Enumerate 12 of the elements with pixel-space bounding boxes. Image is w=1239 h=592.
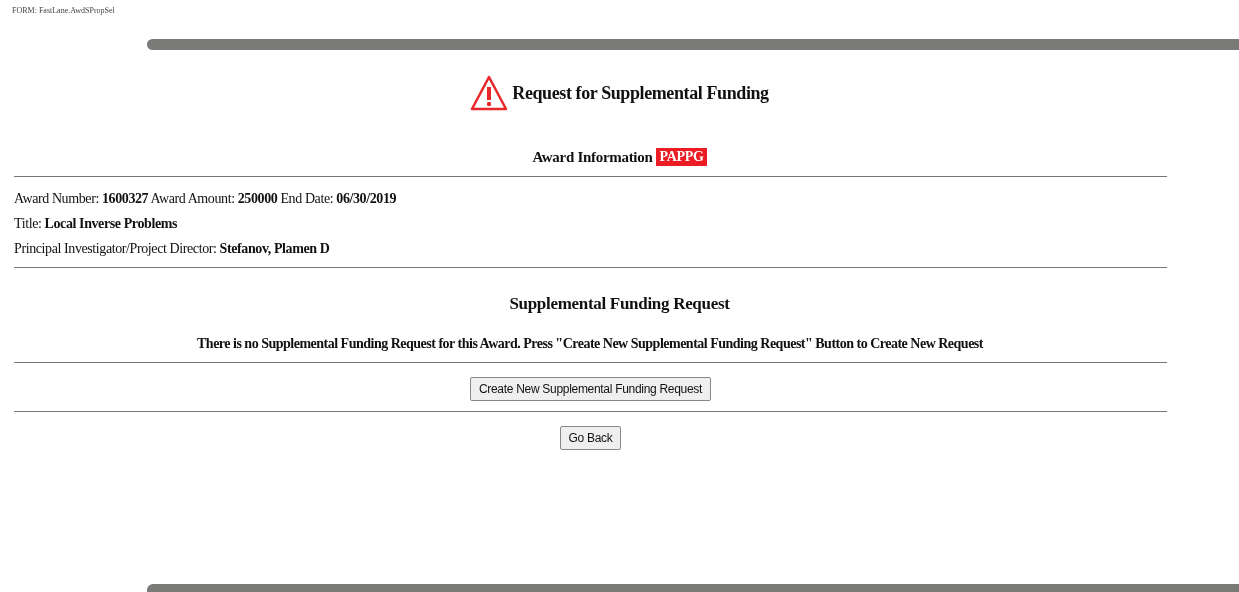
section-heading: Award Information [532, 148, 653, 166]
create-request-button[interactable]: Create New Supplemental Funding Request [469, 377, 712, 401]
pappg-badge: PAPPG [656, 148, 707, 166]
info-message: There is no Supplemental Funding Request for this Award. Press "Create New Supplemental Funding Request" Button to Create New Request [196, 336, 985, 352]
go-back-button[interactable]: Go Back [559, 426, 622, 450]
warning-icon [470, 74, 509, 112]
page-title: Request for Supplemental Funding [512, 82, 769, 104]
section-heading: Supplemental Funding Request [508, 294, 731, 314]
award-detail: Title: Local Inverse Problems [14, 216, 179, 232]
award-detail: Award Number: 1600327 Award Amount: 250000 End Date: 06/30/2019 [14, 191, 397, 207]
form-id: FORM: FastLane.AwdSPropSel [12, 6, 115, 15]
award-detail: Principal Investigator/Project Director: Stefanov, Plamen D [14, 241, 331, 257]
